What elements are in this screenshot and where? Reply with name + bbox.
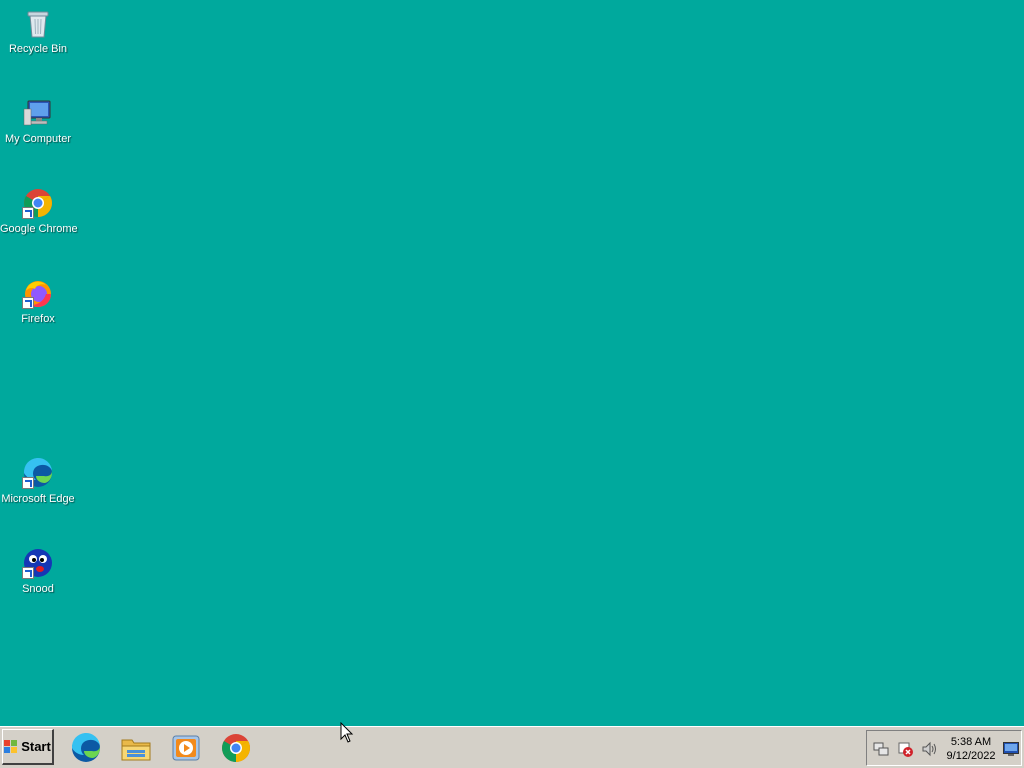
start-label: Start [21, 739, 51, 754]
system-tray: 5:38 AM 9/12/2022 [866, 730, 1022, 766]
clock-date: 9/12/2022 [946, 750, 996, 762]
edge-icon [22, 457, 54, 489]
desktop-icon-microsoft-edge[interactable]: Microsoft Edge [0, 452, 76, 532]
chrome-icon [22, 187, 54, 219]
desktop-icon-firefox[interactable]: Firefox [0, 272, 76, 352]
desktop-icon-label: My Computer [4, 133, 72, 145]
desktop[interactable]: Recycle Bin My Computer Google Chrome Fi… [0, 0, 1024, 726]
taskbar-pinned-edge[interactable] [69, 731, 103, 765]
desktop-icon-snood[interactable]: Snood [0, 542, 76, 622]
security-alert-icon[interactable] [897, 741, 913, 757]
clock-time: 5:38 AM [950, 736, 992, 748]
recycle-bin-icon [22, 7, 54, 39]
shortcut-arrow-icon [22, 567, 34, 579]
start-button[interactable]: Start [2, 729, 54, 765]
snood-icon [22, 547, 54, 579]
desktop-icon-my-computer[interactable]: My Computer [0, 92, 76, 172]
network-icon[interactable] [873, 741, 889, 757]
shortcut-arrow-icon [22, 297, 34, 309]
taskbar-pinned-file-explorer[interactable] [119, 731, 153, 765]
taskbar: Start 5:38 AM 9/12/2022 [0, 726, 1024, 768]
windows-logo-icon [4, 739, 18, 754]
mouse-cursor-icon [340, 722, 354, 743]
taskbar-pinned-media-player[interactable] [169, 731, 203, 765]
file-explorer-icon [121, 739, 151, 761]
show-desktop-icon[interactable] [1003, 742, 1019, 758]
desktop-icon-label: Recycle Bin [8, 43, 68, 55]
computer-icon [22, 97, 54, 129]
desktop-icon-label: Microsoft Edge [1, 493, 75, 505]
media-player-icon [172, 735, 200, 761]
taskbar-clock[interactable]: 5:38 AM 9/12/2022 [943, 735, 999, 763]
firefox-icon [22, 277, 54, 309]
desktop-icon-google-chrome[interactable]: Google Chrome [0, 182, 78, 262]
desktop-icon-recycle-bin[interactable]: Recycle Bin [0, 2, 76, 82]
shortcut-arrow-icon [22, 207, 34, 219]
edge-icon [71, 732, 100, 762]
desktop-icon-label: Google Chrome [0, 223, 78, 235]
desktop-icon-label: Firefox [21, 313, 55, 325]
volume-icon[interactable] [921, 741, 937, 757]
shortcut-arrow-icon [22, 477, 34, 489]
taskbar-pinned-chrome[interactable] [219, 731, 253, 765]
desktop-icon-label: Snood [22, 583, 54, 595]
chrome-icon [222, 734, 250, 762]
